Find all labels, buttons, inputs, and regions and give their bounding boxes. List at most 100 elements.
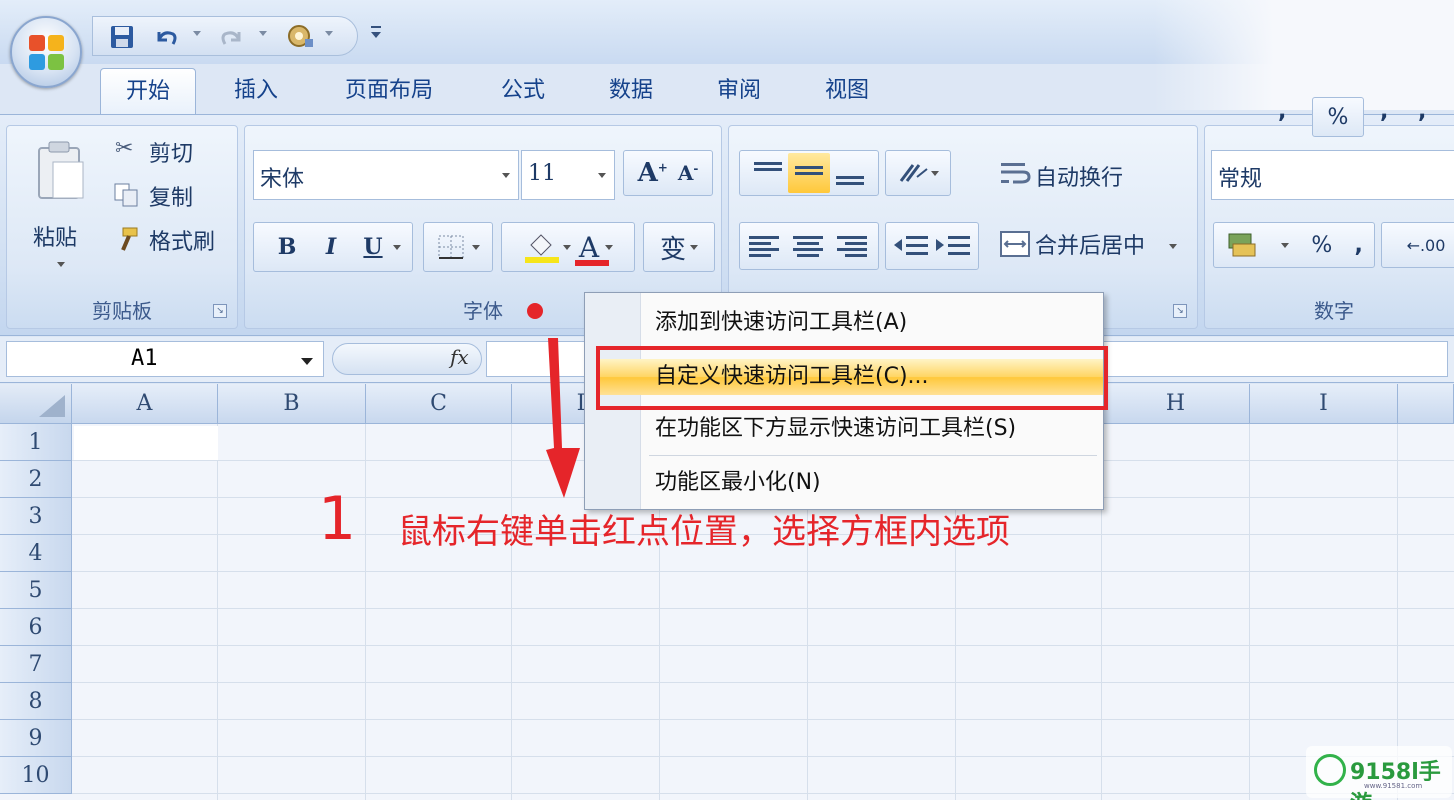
align-middle-icon: [795, 166, 823, 175]
insert-function-icon[interactable]: fx: [450, 345, 469, 369]
cell-a1[interactable]: [74, 426, 218, 460]
highlight-box: [596, 346, 1108, 410]
bold-button[interactable]: B: [265, 234, 309, 260]
tab-insert[interactable]: 插入: [214, 68, 298, 114]
down-arrow-icon: [546, 338, 580, 498]
font-name-select[interactable]: 宋体: [253, 150, 519, 200]
align-left-icon[interactable]: [743, 231, 787, 261]
row-header[interactable]: 6: [0, 609, 72, 646]
copy-button[interactable]: 复制: [111, 180, 231, 214]
column-header[interactable]: A: [72, 384, 218, 424]
row-header[interactable]: 8: [0, 683, 72, 720]
column-header[interactable]: C: [366, 384, 512, 424]
comma-style-button[interactable]: ,: [1355, 233, 1363, 258]
number-partial-row: , % , ,: [1262, 97, 1454, 139]
underline-button[interactable]: U: [353, 234, 393, 260]
row-header[interactable]: 5: [0, 572, 72, 609]
vertical-align-buttons: [739, 150, 879, 196]
font-size-buttons: A+ A-: [623, 150, 713, 196]
percent-partial[interactable]: %: [1312, 97, 1364, 137]
grid-line: [72, 571, 1454, 572]
column-header-partial[interactable]: [1398, 384, 1454, 424]
number-format-value: 常规: [1218, 167, 1263, 192]
grow-font-icon[interactable]: A+: [638, 158, 668, 188]
italic-button[interactable]: I: [309, 234, 353, 260]
align-bottom-icon[interactable]: [830, 158, 870, 188]
macro-button[interactable]: [283, 23, 317, 51]
decrease-indent-icon[interactable]: [890, 231, 932, 261]
comma-partial-2: ,: [1380, 99, 1389, 124]
menu-item-add-to-qat[interactable]: 添加到快速访问工具栏(A): [655, 305, 907, 341]
align-middle-button[interactable]: [788, 153, 830, 193]
number-group-label: 数字: [1314, 299, 1354, 323]
fill-color-icon[interactable]: [523, 229, 561, 265]
wrap-text-label: 自动换行: [1035, 166, 1124, 191]
increase-indent-icon[interactable]: [932, 231, 974, 261]
shrink-font-icon[interactable]: A-: [678, 161, 699, 185]
customize-qat-icon[interactable]: [368, 24, 384, 42]
name-box[interactable]: A1: [6, 341, 324, 377]
font-size-value: 11: [528, 161, 556, 186]
cut-label: 剪切: [149, 142, 194, 167]
font-size-select[interactable]: 11: [521, 150, 615, 200]
font-color-icon[interactable]: A: [574, 231, 609, 266]
select-all-button[interactable]: [0, 384, 72, 424]
row-header[interactable]: 4: [0, 535, 72, 572]
alignment-launcher-icon[interactable]: ↘: [1173, 304, 1187, 318]
paste-icon: [38, 141, 84, 199]
tab-home[interactable]: 开始: [100, 68, 196, 114]
row-header[interactable]: 10: [0, 757, 72, 794]
tab-view[interactable]: 视图: [804, 68, 890, 114]
tab-data[interactable]: 数据: [588, 68, 674, 114]
grid-line: [72, 608, 1454, 609]
phonetic-icon: 变: [659, 234, 686, 265]
tab-page-layout[interactable]: 页面布局: [330, 68, 448, 114]
paste-button[interactable]: 粘贴: [15, 132, 109, 282]
tab-formulas[interactable]: 公式: [480, 68, 566, 114]
office-button[interactable]: [10, 16, 82, 88]
format-painter-icon: [121, 227, 138, 251]
menu-item-show-qat-below[interactable]: 在功能区下方显示快速访问工具栏(S): [655, 411, 1016, 447]
watermark-text: 9158l手游: [1350, 760, 1441, 800]
phonetic-button[interactable]: 变: [643, 222, 715, 272]
format-painter-button[interactable]: 格式刷: [111, 224, 231, 258]
grid-line: [72, 645, 1454, 646]
tab-review[interactable]: 审阅: [696, 68, 782, 114]
watermark: 9158l手游 www.91581.com: [1306, 746, 1452, 800]
merge-center-button[interactable]: 合并后居中: [995, 224, 1191, 264]
grid-line: [1249, 424, 1250, 800]
row-header[interactable]: 3: [0, 498, 72, 535]
column-header[interactable]: H: [1102, 384, 1250, 424]
fill-font-color-buttons: A: [501, 222, 635, 272]
font-name-value: 宋体: [260, 167, 305, 192]
align-center-icon[interactable]: [787, 231, 831, 261]
increase-decimal-button[interactable]: ←.00: [1381, 222, 1454, 268]
align-top-icon[interactable]: [748, 158, 788, 188]
format-painter-label: 格式刷: [149, 230, 216, 255]
merge-center-icon: [1000, 231, 1030, 257]
orientation-button[interactable]: [885, 150, 951, 196]
row-header[interactable]: 1: [0, 424, 72, 461]
wrap-text-button[interactable]: 自动换行: [995, 156, 1185, 196]
row-header[interactable]: 9: [0, 720, 72, 757]
align-right-icon[interactable]: [831, 231, 875, 261]
name-box-value: A1: [131, 346, 158, 371]
clipboard-launcher-icon[interactable]: ↘: [213, 304, 227, 318]
undo-icon: [157, 31, 177, 45]
cut-button[interactable]: ✂ 剪切: [111, 136, 231, 170]
row-header[interactable]: 7: [0, 646, 72, 683]
borders-button[interactable]: [423, 222, 493, 272]
step-number: 1: [318, 484, 357, 554]
column-header[interactable]: I: [1250, 384, 1398, 424]
instruction-text: 鼠标右键单击红点位置，选择方框内选项: [398, 512, 1010, 552]
menu-item-minimize-ribbon[interactable]: 功能区最小化(N): [655, 465, 821, 501]
save-button[interactable]: [107, 23, 137, 51]
column-header[interactable]: B: [218, 384, 366, 424]
row-header[interactable]: 2: [0, 461, 72, 498]
grid-line: [72, 793, 1454, 794]
number-format-select[interactable]: 常规: [1211, 150, 1454, 200]
undo-button[interactable]: [151, 23, 181, 51]
percent-style-button[interactable]: %: [1311, 233, 1332, 258]
accounting-format-icon[interactable]: [1225, 230, 1259, 260]
redo-button[interactable]: [217, 23, 247, 51]
